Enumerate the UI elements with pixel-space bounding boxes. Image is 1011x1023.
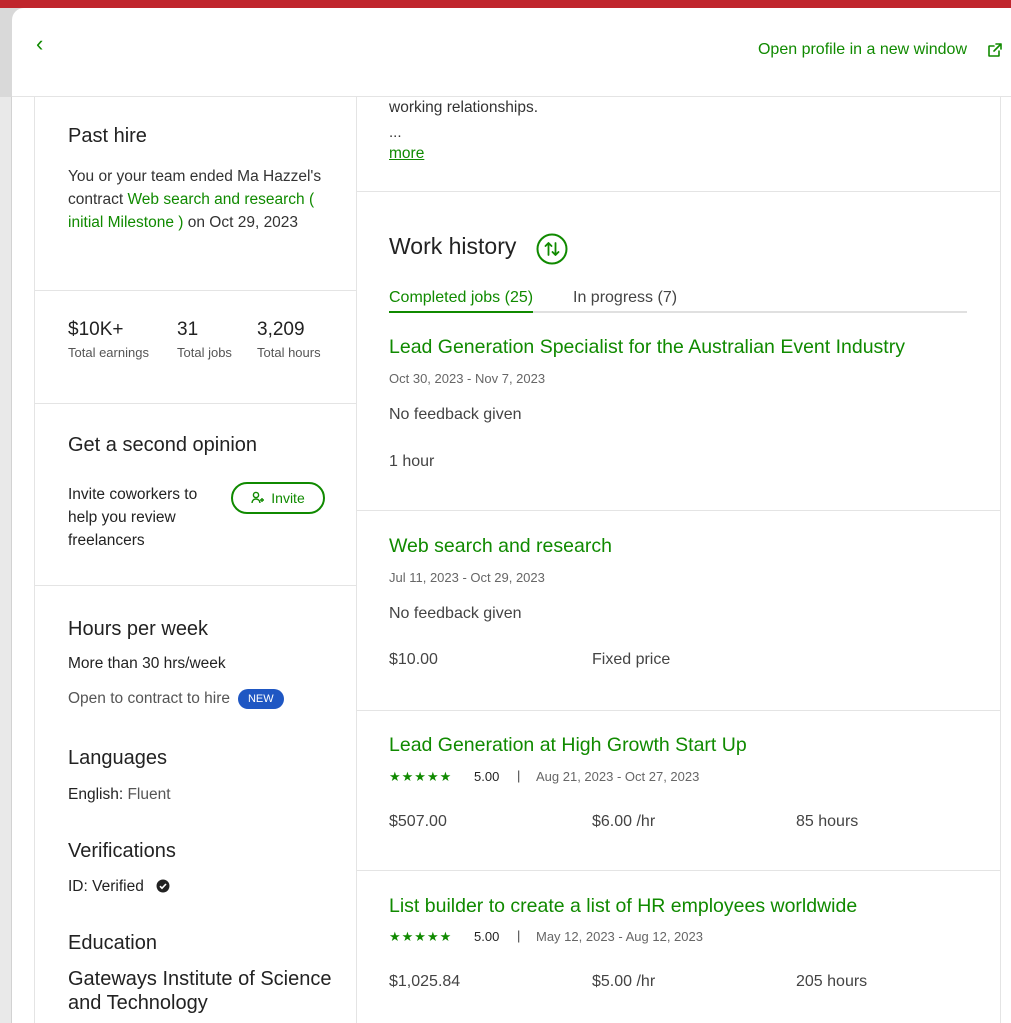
languages-title: Languages xyxy=(68,747,167,769)
panel-header: ‹ Open profile in a new window xyxy=(12,8,1011,97)
job-title-link[interactable]: Web search and research xyxy=(389,535,612,558)
stat-total-hours: 3,209 Total hours xyxy=(257,319,321,360)
back-chevron-icon[interactable]: ‹ xyxy=(36,30,60,58)
new-badge: NEW xyxy=(237,689,284,709)
stat-total-earnings: $10K+ Total earnings xyxy=(68,319,149,360)
job-hours: 205 hours xyxy=(796,973,868,990)
star-rating-icon: ★★★★★ xyxy=(389,929,453,944)
separator: | xyxy=(517,928,521,943)
job-rating: 5.00 xyxy=(474,769,500,784)
language-level: Fluent xyxy=(127,786,171,803)
second-opinion-text: Invite coworkers to help you review free… xyxy=(68,486,198,549)
past-hire-text-after: on Oct 29, 2023 xyxy=(183,214,299,231)
job-title-link[interactable]: Lead Generation Specialist for the Austr… xyxy=(389,336,905,359)
tab-completed-jobs[interactable]: Completed jobs (25) xyxy=(389,289,534,313)
profile-main: working relationships. ... more Work his… xyxy=(357,97,1001,1023)
external-link-icon[interactable] xyxy=(987,42,1003,58)
job-rate: $6.00 /hr xyxy=(592,813,656,830)
stat-value: $10K+ xyxy=(68,319,124,340)
section-divider xyxy=(357,191,1000,192)
background-page-strip xyxy=(0,97,12,1023)
job-amount: $507.00 xyxy=(389,813,447,830)
past-hire-title: Past hire xyxy=(68,125,147,147)
add-user-icon xyxy=(251,491,265,504)
open-profile-new-window-link[interactable]: Open profile in a new window xyxy=(758,41,967,59)
language-row: English: Fluent xyxy=(68,786,171,804)
id-verified-row: ID: Verified xyxy=(68,878,170,896)
separator: | xyxy=(517,768,521,783)
tab-in-progress[interactable]: In progress (7) xyxy=(573,289,677,307)
language-name: English: xyxy=(68,786,124,803)
stat-label: Total earnings xyxy=(68,345,149,360)
job-dates: Jul 11, 2023 - Oct 29, 2023 xyxy=(389,570,545,585)
education-title: Education xyxy=(68,932,157,954)
stat-value: 31 xyxy=(177,319,199,340)
invite-button[interactable]: Invite xyxy=(231,482,325,514)
job-amount: $1,025.84 xyxy=(389,973,461,990)
stat-label: Total jobs xyxy=(177,345,232,360)
id-verified-text: ID: Verified xyxy=(68,878,144,895)
job-dates: Aug 21, 2023 - Oct 27, 2023 xyxy=(536,769,700,784)
hours-per-week-title: Hours per week xyxy=(68,618,209,640)
job-hours: 85 hours xyxy=(796,813,859,830)
hours-per-week-value: More than 30 hrs/week xyxy=(68,655,226,672)
freelancer-profile-panel: ‹ Open profile in a new window Past hire… xyxy=(12,8,1011,1023)
browser-top-bar xyxy=(0,0,1011,8)
verified-check-icon xyxy=(156,879,170,893)
work-history-tabs: Completed jobs (25) In progress (7) xyxy=(389,289,967,313)
job-hours: 1 hour xyxy=(389,453,435,470)
job-dates: Oct 30, 2023 - Nov 7, 2023 xyxy=(389,371,546,386)
bio-overflow-text: working relationships. xyxy=(389,99,539,116)
invite-button-label: Invite xyxy=(271,490,305,506)
job-rate: $5.00 /hr xyxy=(592,973,656,990)
job-price-type: Fixed price xyxy=(592,651,671,668)
education-school: Gateways Institute of Science and Techno… xyxy=(68,968,332,1014)
job-dates: May 12, 2023 - Aug 12, 2023 xyxy=(536,929,703,944)
stat-total-jobs: 31 Total jobs xyxy=(177,319,232,360)
job-feedback: No feedback given xyxy=(389,605,522,622)
past-hire-section: Past hire You or your team ended Ma Hazz… xyxy=(35,97,356,291)
bio-ellipsis: ... xyxy=(389,124,402,141)
job-item: Lead Generation at High Growth Start Up … xyxy=(357,711,1000,871)
job-title-link[interactable]: Lead Generation at High Growth Start Up xyxy=(389,734,747,757)
job-item: Web search and research Jul 11, 2023 - O… xyxy=(357,511,1000,711)
bio-more-link[interactable]: more xyxy=(389,145,424,163)
second-opinion-title: Get a second opinion xyxy=(68,434,258,456)
job-item: Lead Generation Specialist for the Austr… xyxy=(357,323,1000,511)
stat-value: 3,209 xyxy=(257,319,305,340)
sort-icon[interactable] xyxy=(536,233,568,265)
job-feedback: No feedback given xyxy=(389,406,522,423)
job-rating: 5.00 xyxy=(474,929,500,944)
profile-sidebar: Past hire You or your team ended Ma Hazz… xyxy=(34,97,357,1023)
work-history-title: Work history xyxy=(389,233,517,259)
star-rating-icon: ★★★★★ xyxy=(389,769,453,784)
verifications-title: Verifications xyxy=(68,840,176,862)
past-hire-text: You or your team ended Ma Hazzel's contr… xyxy=(68,165,333,234)
contract-to-hire-row: Open to contract to hire NEW xyxy=(68,689,284,709)
job-item: List builder to create a list of HR empl… xyxy=(357,871,1000,1023)
stat-label: Total hours xyxy=(257,345,321,360)
job-amount: $10.00 xyxy=(389,651,438,668)
job-title-link[interactable]: List builder to create a list of HR empl… xyxy=(389,895,857,918)
contract-to-hire-label: Open to contract to hire xyxy=(68,690,230,708)
